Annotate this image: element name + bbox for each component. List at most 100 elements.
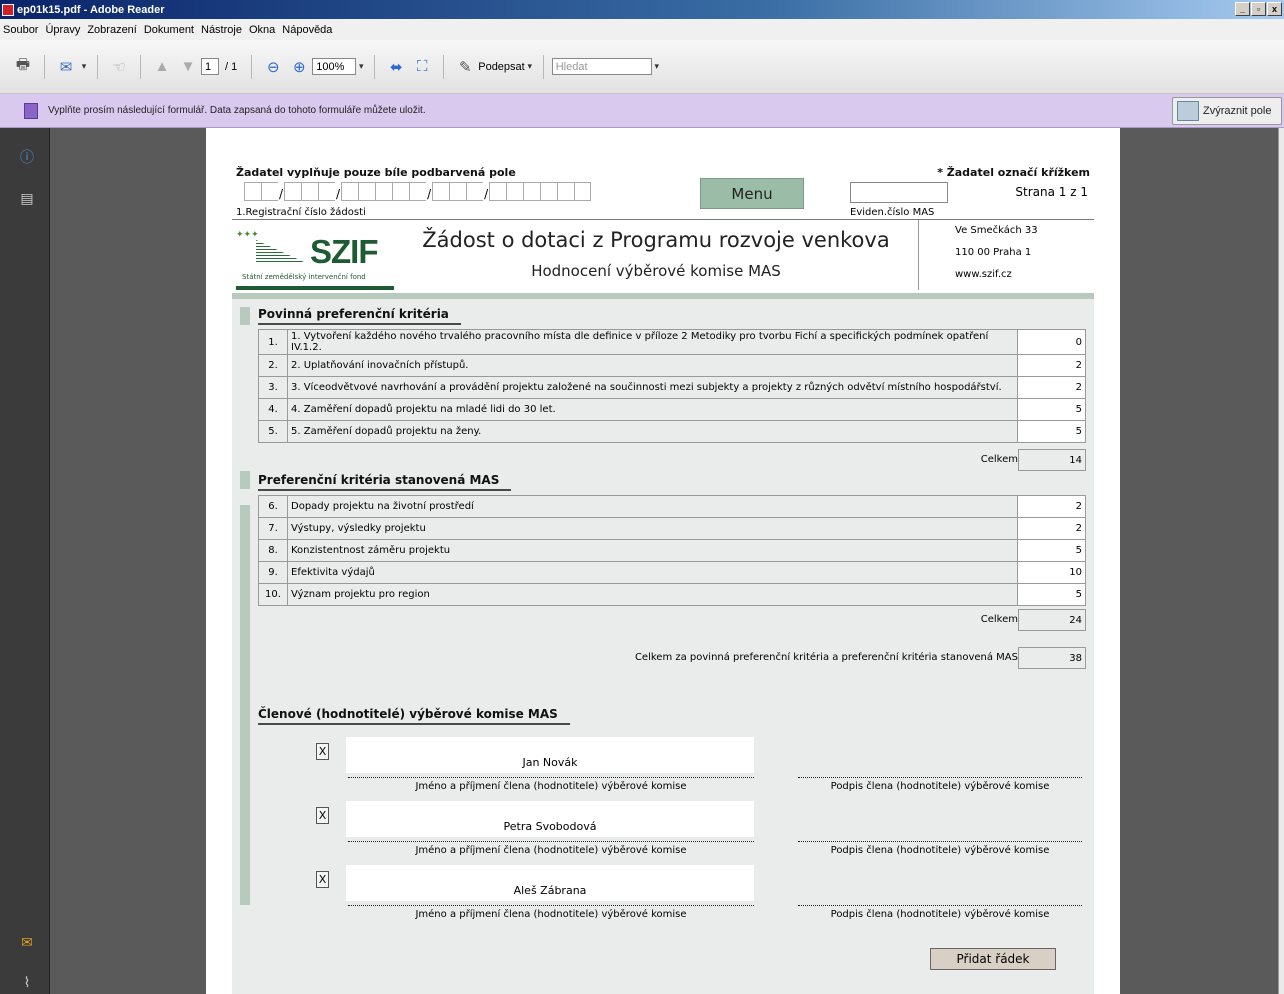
total-value: 14: [1018, 449, 1086, 471]
table-row: 8. Konzistentnost záměru projektu 5: [258, 539, 1086, 562]
prev-page-icon[interactable]: ▲: [151, 56, 173, 78]
member-row: X Jan Novák Jméno a příjmení člena (hodn…: [232, 737, 1094, 801]
total-value: 24: [1018, 609, 1086, 631]
share-icon[interactable]: ✉: [55, 56, 77, 78]
name-dotted-line: [348, 777, 754, 778]
mandatory-criteria-table: 1. 1. Vytvoření každého nového trvalého …: [258, 329, 1086, 443]
search-dropdown-icon[interactable]: ▾: [652, 61, 662, 72]
mas-criteria-table: 6. Dopady projektu na životní prostředí …: [258, 495, 1086, 606]
menu-view[interactable]: Zobrazení: [84, 24, 141, 36]
criterion-text: Dopady projektu na životní prostředí: [287, 495, 1018, 518]
window-title: ep01k15.pdf - Adobe Reader: [17, 3, 165, 16]
next-page-icon[interactable]: ▼: [177, 56, 199, 78]
pen-icon[interactable]: ✎: [454, 56, 476, 78]
menu-file[interactable]: Soubor: [0, 24, 42, 36]
fit-page-icon[interactable]: ⛶: [411, 56, 433, 78]
member-name-input[interactable]: Jan Novák: [346, 737, 754, 773]
add-row-button[interactable]: Přidat řádek: [930, 948, 1056, 970]
page-info: Strana 1 z 1: [1015, 185, 1088, 199]
toolbar-separator: [97, 54, 98, 79]
criterion-score[interactable]: 5: [1017, 398, 1086, 421]
registration-number-label: 1.Registrační číslo žádosti: [236, 207, 366, 218]
menu-window[interactable]: Okna: [246, 24, 279, 36]
info-icon[interactable]: ⓘ: [18, 148, 36, 166]
menu-help[interactable]: Nápověda: [279, 24, 336, 36]
name-dotted-line: [348, 905, 754, 906]
signature-caption: Podpis člena (hodnotitele) výběrové komi…: [830, 845, 1050, 856]
zoom-input[interactable]: 100%: [312, 58, 357, 75]
attachments-icon[interactable]: ⌇: [18, 974, 36, 992]
sign-dropdown-icon[interactable]: ▾: [525, 61, 535, 72]
table-row: 5. 5. Zaměření dopadů projektu na ženy. …: [258, 420, 1086, 443]
page-total: / 1: [225, 60, 238, 73]
zoom-dropdown-icon[interactable]: ▾: [356, 61, 366, 72]
criterion-score[interactable]: 2: [1017, 495, 1086, 518]
member-checkbox[interactable]: X: [316, 807, 329, 824]
share-dropdown-icon[interactable]: ▾: [79, 61, 89, 72]
criterion-text: Efektivita výdajů: [287, 561, 1018, 584]
evidence-number-input[interactable]: [850, 182, 948, 203]
member-name-input[interactable]: Aleš Zábrana: [346, 865, 754, 901]
criterion-score[interactable]: 2: [1017, 517, 1086, 540]
navigation-pane: ⓘ ▤ ✉ ⌇: [0, 128, 50, 994]
mas-total-row: Celkem 24: [232, 609, 1094, 631]
row-number: 8.: [258, 539, 288, 562]
criterion-score[interactable]: 10: [1017, 561, 1086, 584]
table-row: 9. Efektivita výdajů 10: [258, 561, 1086, 584]
member-name-input[interactable]: Petra Svobodová: [346, 801, 754, 837]
highlight-fields-button[interactable]: Zvýraznit pole: [1172, 97, 1282, 125]
vertical-scrollbar[interactable]: [1278, 128, 1284, 994]
signature-caption: Podpis člena (hodnotitele) výběrové komi…: [830, 781, 1050, 792]
section-mas-title: Preferenční kritéria stanovená MAS: [258, 473, 512, 491]
signature-dotted-line: [798, 841, 1082, 842]
criterion-score[interactable]: 2: [1017, 376, 1086, 399]
sign-button[interactable]: Podepsat: [478, 61, 524, 73]
fit-width-icon[interactable]: ⬌: [385, 56, 407, 78]
section-members-title: Členové (hodnotitelé) výběrové komise MA…: [258, 707, 570, 725]
member-checkbox[interactable]: X: [316, 871, 329, 888]
form-instruction: Žadatel vyplňuje pouze bíle podbarvená p…: [236, 166, 516, 179]
print-icon[interactable]: 🖶: [12, 56, 34, 78]
zoom-in-icon[interactable]: ⊕: [288, 56, 310, 78]
search-input[interactable]: Hledat: [551, 58, 652, 75]
table-row: 7. Výstupy, výsledky projektu 2: [258, 517, 1086, 540]
criterion-score[interactable]: 2: [1017, 354, 1086, 377]
logo-stripes: [256, 240, 304, 262]
row-number: 9.: [258, 561, 288, 584]
name-caption: Jméno a příjmení člena (hodnotitele) výb…: [415, 781, 687, 792]
window-titlebar: ep01k15.pdf - Adobe Reader _ ▫ x: [0, 0, 1284, 19]
form-subtitle: Hodnocení výběrové komise MAS: [531, 262, 781, 280]
criterion-score[interactable]: 5: [1017, 539, 1086, 562]
pages-icon[interactable]: ▤: [18, 190, 36, 208]
criterion-text: 4. Zaměření dopadů projektu na mladé lid…: [287, 398, 1018, 421]
toolbar-separator: [44, 54, 45, 79]
pdf-page: Žadatel vyplňuje pouze bíle podbarvená p…: [206, 128, 1120, 994]
registration-number-field[interactable]: / / / /: [244, 182, 592, 201]
evidence-number-label: Eviden.číslo MAS: [850, 207, 935, 218]
toolbar-separator: [374, 54, 376, 79]
address-block: Ve Smečkách 33 110 00 Praha 1 www.szif.c…: [918, 220, 1094, 290]
adobe-reader-icon: [2, 3, 14, 16]
menu-tools[interactable]: Nástroje: [198, 24, 246, 36]
criterion-score[interactable]: 5: [1017, 420, 1086, 443]
hand-tool-icon[interactable]: ☜: [108, 56, 130, 78]
minimize-button[interactable]: _: [1235, 2, 1250, 16]
menu-edit[interactable]: Úpravy: [42, 24, 84, 36]
comments-icon[interactable]: ✉: [18, 934, 36, 952]
criterion-text: 3. Víceodvětvové navrhování a provádění …: [287, 376, 1018, 399]
page-number-input[interactable]: 1: [201, 58, 219, 75]
form-icon: [24, 102, 38, 119]
member-checkbox[interactable]: X: [316, 743, 329, 760]
table-row: 3. 3. Víceodvětvové navrhování a provádě…: [258, 376, 1086, 399]
stars-icon: ✦✦✦: [236, 230, 259, 240]
highlight-icon: [1177, 101, 1199, 121]
menu-document[interactable]: Dokument: [141, 24, 198, 36]
criterion-score[interactable]: 5: [1017, 583, 1086, 606]
maximize-button[interactable]: ▫: [1251, 2, 1266, 16]
criterion-score[interactable]: 0: [1017, 329, 1086, 355]
menu-button[interactable]: Menu: [700, 178, 804, 209]
form-instruction-check: * Žadatel označí křížkem: [937, 166, 1090, 179]
zoom-out-icon[interactable]: ⊖: [262, 56, 284, 78]
row-number: 2.: [258, 354, 288, 377]
close-button[interactable]: x: [1267, 2, 1282, 16]
